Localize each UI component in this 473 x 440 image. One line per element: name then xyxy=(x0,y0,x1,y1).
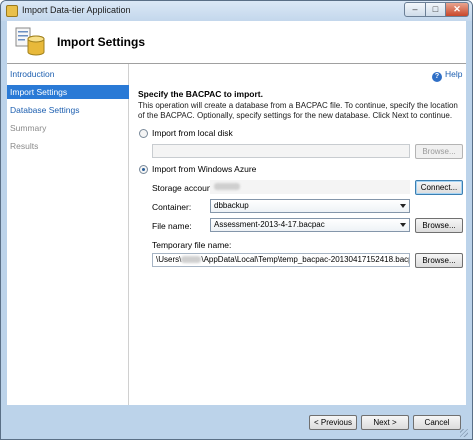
help-icon: ? xyxy=(432,72,442,82)
temp-file-suffix: \AppData\Local\Temp\temp_bacpac-20130417… xyxy=(201,255,410,264)
storage-account-value xyxy=(210,180,410,194)
resize-grip[interactable] xyxy=(460,429,468,437)
local-disk-radio[interactable] xyxy=(139,129,148,138)
container-label: Container: xyxy=(152,202,192,212)
import-settings-icon xyxy=(15,27,45,56)
footer-bar: < Previous Next > Cancel xyxy=(1,405,472,439)
import-dialog-window: Import Data-tier Application – □ ✕ Impor… xyxy=(0,0,473,440)
chevron-down-icon xyxy=(400,204,406,208)
local-disk-label[interactable]: Import from local disk xyxy=(152,128,233,138)
sidebar-item-import-settings[interactable]: Import Settings xyxy=(7,85,129,99)
temp-browse-button[interactable]: Browse... xyxy=(415,253,463,268)
maximize-button[interactable]: □ xyxy=(425,2,446,17)
header-band: Import Settings xyxy=(7,21,466,63)
temp-file-label: Temporary file name: xyxy=(152,240,232,250)
header-title: Import Settings xyxy=(57,35,146,49)
connect-button[interactable]: Connect... xyxy=(415,180,463,195)
file-name-value: Assessment-2013-4-17.bacpac xyxy=(214,220,325,229)
close-button[interactable]: ✕ xyxy=(445,2,469,17)
title-bar[interactable]: Import Data-tier Application – □ ✕ xyxy=(1,1,472,21)
temp-file-prefix: \Users\ xyxy=(156,255,182,264)
azure-radio[interactable] xyxy=(139,165,148,174)
section-title: Specify the BACPAC to import. xyxy=(138,89,263,99)
local-browse-button[interactable]: Browse... xyxy=(415,144,463,159)
file-name-label: File name: xyxy=(152,221,192,231)
sidebar-item-introduction[interactable]: Introduction xyxy=(7,67,129,81)
minimize-button[interactable]: – xyxy=(404,2,426,17)
sidebar-item-results: Results xyxy=(10,141,39,151)
previous-button[interactable]: < Previous xyxy=(309,415,357,430)
wizard-sidebar: Introduction Import Settings Database Se… xyxy=(7,64,129,405)
temp-file-input[interactable]: \Users\ \AppData\Local\Temp\temp_bacpac-2… xyxy=(152,253,410,267)
main-panel: ? Help Specify the BACPAC to import. This… xyxy=(130,64,466,405)
cancel-button[interactable]: Cancel xyxy=(413,415,461,430)
file-browse-button[interactable]: Browse... xyxy=(415,218,463,233)
next-button[interactable]: Next > xyxy=(361,415,409,430)
local-disk-path-input[interactable] xyxy=(152,144,410,158)
redacted-account xyxy=(214,183,240,190)
help-link[interactable]: ? Help xyxy=(432,69,462,82)
chevron-down-icon xyxy=(400,223,406,227)
storage-account-label: Storage account: xyxy=(152,183,217,193)
azure-label[interactable]: Import from Windows Azure xyxy=(152,164,256,174)
redacted-username xyxy=(181,256,202,263)
sidebar-item-summary: Summary xyxy=(10,123,47,133)
content-area: Introduction Import Settings Database Se… xyxy=(7,64,466,405)
window-title: Import Data-tier Application xyxy=(22,5,131,15)
container-select[interactable]: dbbackup xyxy=(210,199,410,213)
sidebar-item-database-settings[interactable]: Database Settings xyxy=(7,103,129,117)
file-name-select[interactable]: Assessment-2013-4-17.bacpac xyxy=(210,218,410,232)
help-label: Help xyxy=(445,69,463,79)
section-description: This operation will create a database fr… xyxy=(138,101,458,120)
app-icon xyxy=(6,5,18,17)
container-value: dbbackup xyxy=(214,201,249,210)
